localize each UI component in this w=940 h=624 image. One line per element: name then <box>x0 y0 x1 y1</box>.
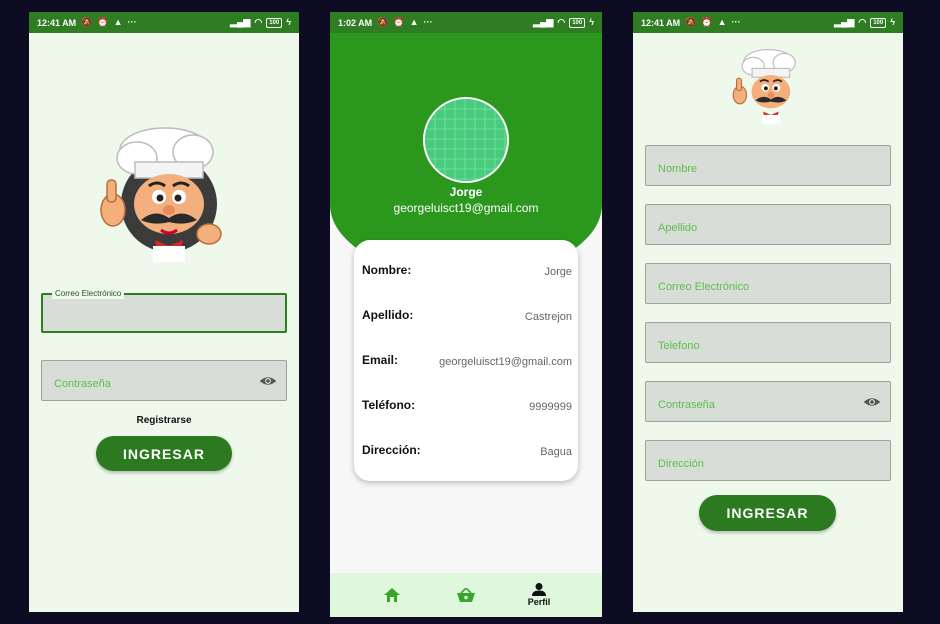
warning-icon: ▲ <box>409 17 419 27</box>
eye-icon[interactable] <box>259 375 277 387</box>
register-submit-button[interactable]: INGRESAR <box>699 495 836 531</box>
signal-icon: ▂▄▆ <box>834 17 855 27</box>
info-row-direccion: Dirección: Bagua <box>362 443 572 473</box>
info-label: Email: <box>362 353 399 367</box>
charging-icon: ϟ <box>286 17 291 27</box>
nav-profile-label: Perfil <box>527 597 551 607</box>
mute-icon: 🔕 <box>377 17 389 27</box>
signal-icon: ▂▄▆ <box>230 17 251 27</box>
alarm-icon: ⏰ <box>393 17 405 27</box>
nav-home[interactable] <box>362 573 422 617</box>
info-row-nombre: Nombre: Jorge <box>362 263 572 293</box>
status-time: 1:02 AM <box>338 17 373 28</box>
profile-name: Jorge <box>449 185 483 199</box>
status-bar: 12:41 AM 🔕 ⏰ ▲ ··· ▂▄▆ ◠ 100 ϟ <box>29 12 299 33</box>
status-time: 12:41 AM <box>641 17 681 28</box>
more-icon: ··· <box>127 17 137 27</box>
profile-email: georgeluisct19@gmail.com <box>393 201 539 215</box>
more-icon: ··· <box>731 17 741 27</box>
register-link[interactable]: Registrarse <box>29 415 299 426</box>
info-value: 9999999 <box>529 401 572 413</box>
warning-icon: ▲ <box>113 17 123 27</box>
avatar[interactable] <box>423 97 509 183</box>
first-name-placeholder: Nombre <box>658 163 698 175</box>
wifi-icon: ◠ <box>254 17 263 27</box>
info-value: Bagua <box>540 446 572 458</box>
phone-field[interactable]: Telefono <box>645 322 891 363</box>
info-value: Castrejon <box>524 311 572 323</box>
charging-icon: ϟ <box>890 17 895 27</box>
status-time: 12:41 AM <box>37 17 77 28</box>
last-name-field[interactable]: Apellido <box>645 204 891 245</box>
basket-icon <box>457 588 475 602</box>
home-icon <box>384 588 400 602</box>
address-placeholder: Dirección <box>658 458 704 470</box>
chef-logo <box>731 45 803 125</box>
login-button[interactable]: INGRESAR <box>96 436 232 471</box>
signal-icon: ▂▄▆ <box>533 17 554 27</box>
nav-basket[interactable] <box>436 573 496 617</box>
info-row-telefono: Teléfono: 9999999 <box>362 398 572 428</box>
status-bar: 1:02 AM 🔕 ⏰ ▲ ··· ▂▄▆ ◠ 100 ϟ <box>330 12 602 33</box>
address-field[interactable]: Dirección <box>645 440 891 481</box>
password-field[interactable]: Contraseña <box>41 360 287 401</box>
password-placeholder: Contraseña <box>54 378 111 390</box>
info-value: georgeluisct19@gmail.com <box>439 356 572 368</box>
charging-icon: ϟ <box>589 17 594 27</box>
alarm-icon: ⏰ <box>701 17 713 27</box>
alarm-icon: ⏰ <box>97 17 109 27</box>
warning-icon: ▲ <box>717 17 727 27</box>
battery-icon: 100 <box>266 17 283 28</box>
battery-icon: 100 <box>870 17 887 28</box>
profile-info-card: Nombre: Jorge Apellido: Castrejon Email:… <box>354 240 578 481</box>
email-placeholder: Correo Electrónico <box>658 281 750 293</box>
info-label: Nombre: <box>362 263 412 277</box>
info-value: Jorge <box>544 266 572 278</box>
wifi-icon: ◠ <box>858 17 867 27</box>
info-label: Teléfono: <box>362 398 416 412</box>
phone-placeholder: Telefono <box>658 340 700 352</box>
person-icon <box>532 583 546 596</box>
register-screen: 12:41 AM 🔕 ⏰ ▲ ··· ▂▄▆ ◠ 100 ϟ Nombre Ap… <box>633 12 903 612</box>
info-row-apellido: Apellido: Castrejon <box>362 308 572 338</box>
mute-icon: 🔕 <box>685 17 697 27</box>
info-label: Apellido: <box>362 308 414 322</box>
status-bar: 12:41 AM 🔕 ⏰ ▲ ··· ▂▄▆ ◠ 100 ϟ <box>633 12 903 33</box>
password-placeholder: Contraseña <box>658 399 715 411</box>
wifi-icon: ◠ <box>557 17 566 27</box>
info-label: Dirección: <box>362 443 421 457</box>
eye-icon[interactable] <box>863 396 881 408</box>
chef-logo <box>97 122 227 262</box>
bottom-nav: Perfil <box>330 573 602 617</box>
profile-screen: 1:02 AM 🔕 ⏰ ▲ ··· ▂▄▆ ◠ 100 ϟ Jorge geor… <box>330 12 602 617</box>
first-name-field[interactable]: Nombre <box>645 145 891 186</box>
email-field-label: Correo Electrónico <box>52 289 125 299</box>
password-field[interactable]: Contraseña <box>645 381 891 422</box>
email-field[interactable]: Correo Electrónico <box>41 289 287 333</box>
mute-icon: 🔕 <box>81 17 93 27</box>
email-field[interactable]: Correo Electrónico <box>645 263 891 304</box>
battery-icon: 100 <box>569 17 586 28</box>
nav-profile[interactable]: Perfil <box>509 573 569 617</box>
more-icon: ··· <box>423 17 433 27</box>
login-screen: 12:41 AM 🔕 ⏰ ▲ ··· ▂▄▆ ◠ 100 ϟ Correo El… <box>29 12 299 612</box>
info-row-email: Email: georgeluisct19@gmail.com <box>362 353 572 383</box>
last-name-placeholder: Apellido <box>658 222 698 234</box>
